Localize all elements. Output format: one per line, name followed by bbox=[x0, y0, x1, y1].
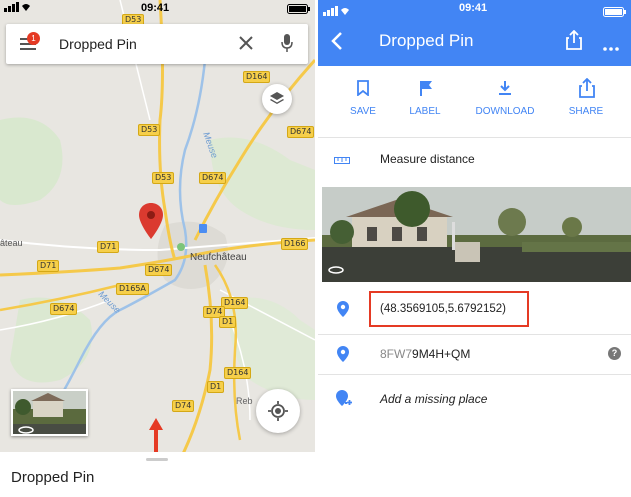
download-label: DOWNLOAD bbox=[475, 106, 535, 117]
map-screen: 09:41 D53 D164 D674 D53 D53 D674 D71 D71… bbox=[0, 0, 315, 497]
map-pin-icon[interactable] bbox=[139, 203, 163, 244]
crosshair-icon bbox=[268, 401, 288, 426]
label-label: LABEL bbox=[409, 106, 441, 117]
plus-code-main: 9M4H+QM bbox=[412, 347, 471, 361]
download-button[interactable]: DOWNLOAD bbox=[466, 72, 544, 128]
drag-handle[interactable] bbox=[146, 458, 168, 461]
my-location-button[interactable] bbox=[256, 389, 300, 433]
road-label: D674 bbox=[199, 172, 227, 184]
label-button[interactable]: LABEL bbox=[386, 72, 464, 128]
share-button[interactable]: SHARE bbox=[547, 72, 625, 128]
plus-code-prefix: 8FW7 bbox=[380, 347, 413, 361]
header-bar: 09:41 Dropped Pin bbox=[318, 0, 631, 66]
road-label: D674 bbox=[145, 264, 173, 276]
coordinates-value: (48.3569105,5.6792152) bbox=[380, 303, 506, 315]
road-label: D71 bbox=[37, 260, 60, 272]
coordinates-row[interactable]: (48.3569105,5.6792152) bbox=[318, 287, 631, 332]
360-icon bbox=[328, 261, 344, 279]
location-pin-icon bbox=[337, 301, 349, 322]
place-details-screen: 09:41 Dropped Pin SAVE LABEL DOWNLOAD SH… bbox=[318, 0, 631, 497]
road-label: D164 bbox=[224, 367, 252, 379]
road-label: D1 bbox=[207, 381, 225, 393]
road-label: D164 bbox=[243, 71, 271, 83]
measure-distance-label: Measure distance bbox=[380, 152, 475, 166]
more-icon[interactable] bbox=[603, 38, 619, 56]
bottom-sheet[interactable]: Dropped Pin bbox=[0, 452, 315, 497]
close-icon[interactable] bbox=[239, 36, 253, 55]
360-icon bbox=[18, 421, 34, 434]
share-label: SHARE bbox=[568, 106, 604, 117]
page-title: Dropped Pin bbox=[379, 31, 474, 50]
plus-code: 8FW79M4H+QM bbox=[380, 347, 470, 361]
measure-distance-row[interactable]: Measure distance bbox=[318, 137, 631, 179]
notification-badge: 1 bbox=[27, 32, 40, 45]
download-icon bbox=[499, 80, 511, 101]
ruler-icon bbox=[334, 152, 350, 170]
town-label: Reb bbox=[236, 396, 253, 406]
bookmark-icon bbox=[357, 80, 369, 101]
road-label: D166 bbox=[281, 238, 309, 250]
layers-button[interactable] bbox=[262, 84, 292, 114]
signal-icon bbox=[323, 3, 349, 21]
microphone-icon[interactable] bbox=[281, 34, 293, 58]
add-place-label: Add a missing place bbox=[380, 392, 488, 406]
layers-icon bbox=[269, 91, 285, 112]
search-query[interactable]: Dropped Pin bbox=[59, 36, 137, 52]
town-label: âteau bbox=[0, 238, 23, 248]
status-time: 09:41 bbox=[459, 2, 488, 14]
help-icon[interactable]: ? bbox=[608, 347, 621, 360]
battery-icon bbox=[287, 4, 311, 22]
road-label: D53 bbox=[138, 124, 161, 136]
flag-icon bbox=[419, 80, 433, 101]
add-location-icon bbox=[336, 389, 352, 411]
share-icon bbox=[579, 77, 595, 103]
battery-icon bbox=[603, 4, 627, 22]
town-label: Neufchâteau bbox=[190, 252, 247, 263]
road-label: D53 bbox=[152, 172, 175, 184]
road-label: D164 bbox=[221, 297, 249, 309]
road-label: D165A bbox=[116, 283, 149, 295]
add-place-row[interactable]: Add a missing place bbox=[318, 374, 631, 418]
plus-code-row[interactable]: 8FW79M4H+QM ? bbox=[318, 334, 631, 374]
street-view-photo[interactable] bbox=[322, 187, 631, 282]
location-pin-icon bbox=[337, 346, 349, 367]
road-label: D74 bbox=[172, 400, 195, 412]
road-label: D1 bbox=[219, 316, 237, 328]
road-label: D674 bbox=[287, 126, 315, 138]
search-bar[interactable]: 1 Dropped Pin bbox=[6, 24, 308, 64]
back-icon[interactable] bbox=[331, 32, 343, 55]
bottom-sheet-title: Dropped Pin bbox=[11, 469, 95, 486]
signal-icon bbox=[4, 2, 30, 20]
street-view-thumbnail[interactable] bbox=[11, 389, 88, 436]
road-label: D71 bbox=[97, 241, 120, 253]
status-time: 09:41 bbox=[141, 2, 170, 14]
road-label: D674 bbox=[50, 303, 78, 315]
share-icon[interactable] bbox=[566, 29, 582, 55]
